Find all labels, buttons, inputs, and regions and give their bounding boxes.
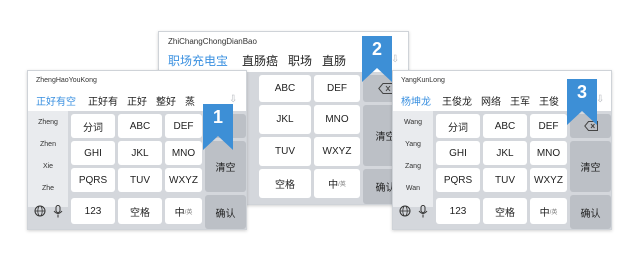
globe-icon [399, 205, 410, 217]
key-tuv[interactable]: TUV [118, 168, 162, 192]
key-ghi[interactable]: GHI [71, 141, 115, 165]
step-badge-1: 1 [203, 104, 233, 150]
expand-candidates-icon[interactable]: ⇩ [391, 54, 399, 65]
key-chinese-label: 中 [539, 207, 550, 219]
key-space[interactable]: 空格 [259, 169, 311, 198]
key-jkl[interactable]: JKL [259, 105, 311, 134]
mic-key[interactable] [414, 198, 431, 224]
key-mno[interactable]: MNO [314, 105, 360, 134]
confirm-key[interactable]: 确认 [570, 195, 611, 229]
globe-icon [34, 205, 45, 217]
candidate-2[interactable]: 王俊龙 [442, 93, 472, 108]
key-def[interactable]: DEF [530, 114, 567, 138]
key-chinese-english[interactable]: 中/英 [314, 169, 360, 198]
key-def[interactable]: DEF [165, 114, 202, 138]
step-number: 2 [371, 39, 382, 59]
key-segment[interactable]: 分词 [436, 114, 480, 138]
key-pqrs[interactable]: PQRS [436, 168, 480, 192]
step-badge-3: 3 [567, 79, 597, 125]
syllable-option[interactable]: Zhen [28, 141, 68, 148]
key-chinese-english[interactable]: 中/英 [165, 198, 202, 224]
key-tuv[interactable]: TUV [483, 168, 527, 192]
pinyin-preedit: ZhiChangChongDianBao [168, 37, 257, 46]
key-space[interactable]: 空格 [118, 198, 162, 224]
key-chinese-label: 中 [174, 207, 185, 219]
key-english-sublabel: /英 [549, 209, 558, 216]
microphone-icon [418, 204, 427, 217]
globe-key[interactable] [396, 198, 413, 224]
candidate-1[interactable]: 职场充电宝 [168, 52, 228, 69]
syllable-option[interactable]: Zheng [28, 119, 68, 126]
keypad: Wang Yang Zang Wan 分词 ABC DEF GHI JKL MN… [393, 111, 611, 229]
key-segment[interactable]: 分词 [71, 114, 115, 138]
globe-key[interactable] [31, 198, 48, 224]
key-wxyz[interactable]: WXYZ [314, 137, 360, 166]
microphone-icon [53, 204, 62, 217]
syllable-option[interactable]: Xie [28, 163, 68, 170]
key-space[interactable]: 空格 [483, 198, 527, 224]
key-123[interactable]: 123 [71, 198, 115, 224]
key-chinese-english[interactable]: 中/英 [530, 198, 567, 224]
syllable-column: Zheng Zhen Xie Zhe [28, 111, 68, 207]
candidate-4[interactable]: 王军 [510, 93, 530, 108]
key-english-sublabel: /英 [184, 209, 193, 216]
candidate-3[interactable]: 职场 [288, 52, 312, 69]
step-number: 1 [212, 107, 223, 127]
key-abc[interactable]: ABC [118, 114, 162, 138]
key-mno[interactable]: MNO [530, 141, 567, 165]
step-badge-2: 2 [362, 36, 392, 82]
candidate-3[interactable]: 正好 [127, 93, 147, 108]
pinyin-preedit: YangKunLong [401, 77, 445, 84]
candidate-3[interactable]: 网络 [481, 93, 501, 108]
syllable-column: Wang Yang Zang Wan [393, 111, 433, 207]
key-wxyz[interactable]: WXYZ [165, 168, 202, 192]
candidate-5[interactable]: 王俊 [539, 93, 559, 108]
key-jkl[interactable]: JKL [118, 141, 162, 165]
key-pqrs[interactable]: PQRS [71, 168, 115, 192]
confirm-key[interactable]: 确认 [205, 195, 246, 229]
candidate-2[interactable]: 正好有 [88, 93, 118, 108]
expand-candidates-icon[interactable]: ⇩ [596, 94, 604, 105]
key-mno[interactable]: MNO [165, 141, 202, 165]
syllable-option[interactable]: Zhe [28, 185, 68, 192]
candidate-bar: 正好有空 正好有 正好 整好 蒸 [36, 93, 195, 108]
pinyin-preedit: ZhengHaoYouKong [36, 77, 97, 84]
candidate-bar: 杨坤龙 王俊龙 网络 王军 王俊 [401, 93, 559, 108]
step-number: 3 [576, 82, 587, 102]
key-chinese-label: 中 [328, 180, 339, 191]
mic-key[interactable] [49, 198, 66, 224]
key-abc[interactable]: ABC [259, 75, 311, 102]
key-def[interactable]: DEF [314, 75, 360, 102]
clear-key[interactable]: 清空 [570, 141, 611, 192]
key-english-sublabel: /英 [338, 182, 346, 188]
candidate-4[interactable]: 直肠 [322, 52, 346, 69]
syllable-option[interactable]: Zang [393, 163, 433, 170]
key-abc[interactable]: ABC [483, 114, 527, 138]
candidate-2[interactable]: 直肠癌 [242, 52, 278, 69]
key-ghi[interactable]: GHI [436, 141, 480, 165]
syllable-option[interactable]: Wang [393, 119, 433, 126]
candidate-1[interactable]: 正好有空 [36, 93, 76, 108]
syllable-option[interactable]: Wan [393, 185, 433, 192]
candidate-4[interactable]: 整好 [156, 93, 176, 108]
key-123[interactable]: 123 [436, 198, 480, 224]
candidate-1[interactable]: 杨坤龙 [401, 93, 431, 108]
candidate-5[interactable]: 蒸 [185, 93, 195, 108]
keyboard-panel-left: ZhengHaoYouKong 正好有空 正好有 正好 整好 蒸 ⇩ Zheng… [27, 70, 247, 230]
key-jkl[interactable]: JKL [483, 141, 527, 165]
key-wxyz[interactable]: WXYZ [530, 168, 567, 192]
key-tuv[interactable]: TUV [259, 137, 311, 166]
syllable-option[interactable]: Yang [393, 141, 433, 148]
candidate-bar: 职场充电宝 直肠癌 职场 直肠 [168, 52, 346, 69]
